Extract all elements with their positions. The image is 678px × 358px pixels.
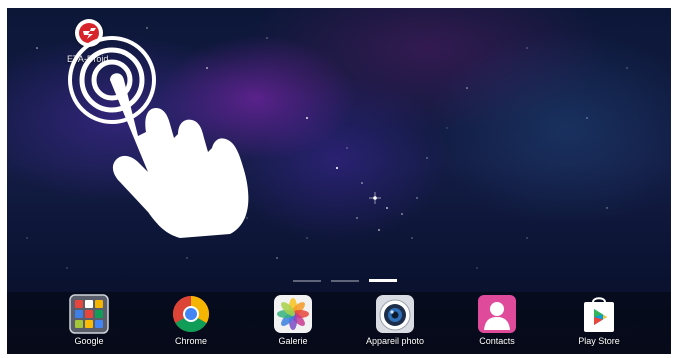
dock-label-contacts: Contacts xyxy=(479,336,515,346)
android-home-screen: ETA-Droid Google Chrome Galerie Appareil… xyxy=(7,8,671,354)
page-indicator xyxy=(293,279,403,284)
google-folder-icon xyxy=(69,294,109,334)
page-dot-3-active[interactable] xyxy=(369,279,397,282)
dock-item-contacts[interactable]: Contacts xyxy=(454,294,540,346)
tap-hand-icon xyxy=(68,36,249,238)
dock-label-chrome: Chrome xyxy=(174,336,207,346)
dock-item-chrome[interactable]: Chrome xyxy=(148,294,234,346)
play-store-icon xyxy=(584,297,614,332)
page-dot-2[interactable] xyxy=(331,280,359,282)
dock-item-galerie[interactable]: Galerie xyxy=(250,294,336,346)
page-dot-1[interactable] xyxy=(293,280,321,282)
camera-icon xyxy=(376,295,414,333)
contacts-icon xyxy=(478,295,516,333)
dock-item-camera[interactable]: Appareil photo xyxy=(352,294,438,346)
dock-label-galerie: Galerie xyxy=(278,336,308,346)
dock-label-camera: Appareil photo xyxy=(365,336,425,346)
dock-item-play-store[interactable]: Play Store xyxy=(556,294,642,346)
dock-item-google[interactable]: Google xyxy=(46,294,132,346)
dock-label-play-store: Play Store xyxy=(578,336,620,346)
chrome-icon xyxy=(172,296,210,333)
dock-label-google: Google xyxy=(74,336,104,346)
app-dock: Google Chrome Galerie Appareil photo Con… xyxy=(7,292,671,354)
gallery-icon xyxy=(274,295,312,333)
